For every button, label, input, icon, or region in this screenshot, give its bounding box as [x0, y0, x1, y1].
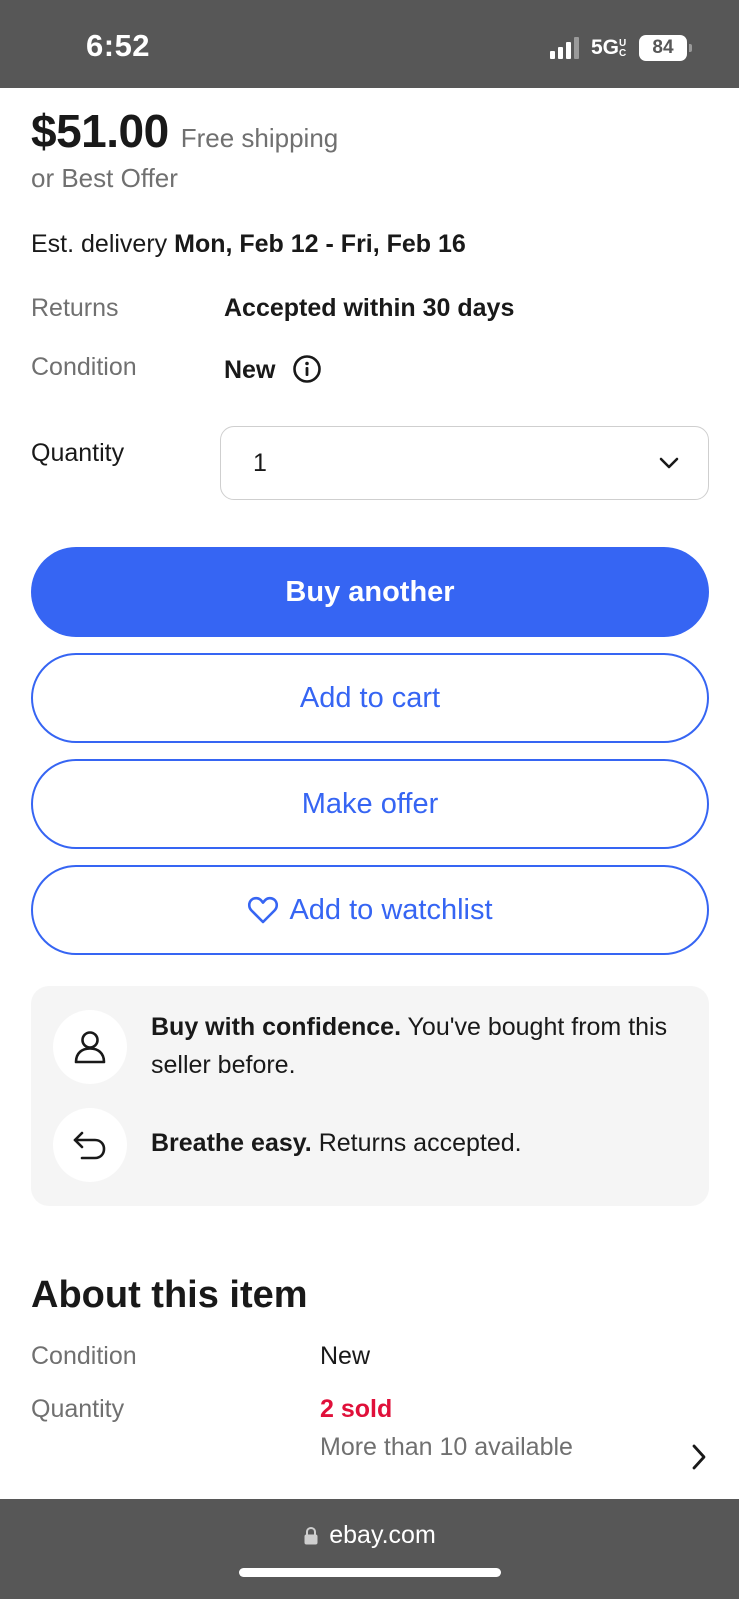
- network-type: 5GUC: [590, 36, 627, 59]
- condition-value: New: [224, 356, 276, 384]
- delivery-dates: Mon, Feb 12 - Fri, Feb 16: [174, 230, 466, 258]
- about-condition-value: New: [320, 1342, 371, 1370]
- signal-strength-icon: [549, 37, 579, 59]
- confidence-panel: Buy with confidence. You've bought from …: [31, 986, 709, 1206]
- status-indicators: 5GUC 84: [549, 34, 692, 62]
- returns-label: Returns: [31, 294, 119, 322]
- sold-count: 2 sold: [320, 1395, 393, 1423]
- add-to-cart-button[interactable]: Add to cart: [31, 653, 709, 743]
- lock-icon: [304, 1526, 318, 1544]
- available-count: More than 10 available: [320, 1433, 573, 1461]
- heart-icon: [248, 896, 279, 924]
- about-quantity-label: Quantity: [31, 1395, 125, 1423]
- url-text: ebay.com: [329, 1521, 436, 1549]
- chevron-right-icon[interactable]: [690, 1442, 708, 1472]
- info-icon[interactable]: [292, 354, 322, 384]
- buy-another-label: Buy another: [285, 575, 455, 608]
- buy-with-confidence-text: Buy with confidence. You've bought from …: [151, 1008, 691, 1084]
- item-page-content[interactable]: $51.00 Free shipping or Best Offer Est. …: [0, 88, 739, 1499]
- browser-bar: ebay.com: [0, 1499, 739, 1599]
- make-offer-button[interactable]: Make offer: [31, 759, 709, 849]
- person-icon: [74, 1031, 106, 1064]
- make-offer-label: Make offer: [301, 787, 439, 820]
- chevron-down-icon: [659, 457, 679, 469]
- best-offer-text: or Best Offer: [31, 163, 178, 193]
- status-time: 6:52: [86, 28, 151, 63]
- seller-icon-circle: [53, 1010, 127, 1084]
- price-line: $51.00 Free shipping: [31, 104, 338, 158]
- add-to-watchlist-label: Add to watchlist: [289, 893, 493, 926]
- condition-label: Condition: [31, 353, 137, 381]
- address-bar[interactable]: ebay.com: [0, 1521, 739, 1550]
- about-condition-label: Condition: [31, 1342, 137, 1370]
- breathe-easy-text: Breathe easy. Returns accepted.: [151, 1124, 691, 1162]
- breathe-easy-title: Breathe easy.: [151, 1129, 312, 1157]
- quantity-select[interactable]: 1: [220, 426, 709, 500]
- returns-value: Accepted within 30 days: [224, 294, 515, 322]
- buy-with-confidence-title: Buy with confidence.: [151, 1013, 402, 1041]
- add-to-cart-label: Add to cart: [299, 681, 441, 714]
- item-price: $51.00: [31, 105, 169, 157]
- returns-icon-circle: [53, 1108, 127, 1182]
- quantity-label: Quantity: [31, 439, 125, 467]
- estimated-delivery: Est. delivery Mon, Feb 12 - Fri, Feb 16: [31, 230, 466, 259]
- battery-level: 84: [652, 37, 674, 58]
- buy-another-button[interactable]: Buy another: [31, 547, 709, 637]
- status-bar: 6:52 5GUC 84: [0, 0, 739, 88]
- delivery-label: Est. delivery: [31, 230, 168, 258]
- battery-icon: 84: [639, 35, 692, 61]
- quantity-value: 1: [253, 449, 267, 477]
- return-arrow-icon: [73, 1131, 106, 1160]
- breathe-easy-detail: Returns accepted.: [318, 1129, 522, 1157]
- about-section-title: About this item: [31, 1274, 308, 1316]
- add-to-watchlist-button[interactable]: Add to watchlist: [31, 865, 709, 955]
- shipping-info: Free shipping: [180, 123, 339, 153]
- home-indicator[interactable]: [239, 1568, 501, 1577]
